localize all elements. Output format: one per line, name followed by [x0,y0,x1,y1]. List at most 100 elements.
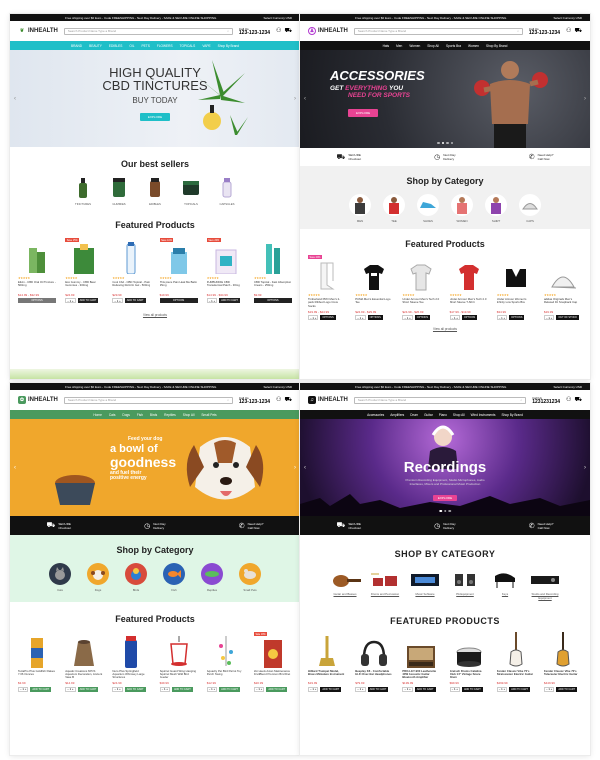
user-icon[interactable]: ⚇ [566,27,571,35]
category-item[interactable]: CAPSULES [216,177,238,206]
category-item[interactable]: TINCTURES [72,177,94,206]
options-button[interactable]: OPTIONS [414,315,431,320]
quantity-stepper[interactable]: − 1 + [112,298,123,303]
nav-item[interactable]: Sports Bra [446,44,461,48]
nav-item[interactable]: Wind Instruments [471,413,496,417]
category-item[interactable]: GUMMIES [108,177,130,206]
quantity-stepper[interactable]: − 1 + [402,686,413,692]
quantity-stepper[interactable]: − 1 + [206,686,218,692]
product-card[interactable]: Sale 18% Zoi Heels Avian Maintenance Frui… [253,632,292,692]
product-name[interactable]: Zoi Heels Avian Maintenance FruitBlend P… [254,670,292,680]
category-item[interactable]: MEN [349,194,371,223]
nav-item[interactable]: Piano [439,413,447,417]
category-item[interactable]: Fish [163,563,185,592]
add-to-cart-button[interactable]: ADD TO CART [77,298,99,303]
explore-button[interactable]: EXPLORE [139,113,171,121]
nav-item[interactable]: Hats [383,44,390,48]
quantity-stepper[interactable]: − 1 + [496,315,508,320]
product-name[interactable]: Aquatic Creations 6PCS Aquarium Decorati… [65,670,103,680]
quantity-stepper[interactable]: − 1 + [543,315,555,320]
product-name[interactable]: Aquadry Pet Bird Parrot Toy Perch Swing [207,670,245,680]
product-card[interactable]: Save 15% ★★★★★ Eco Gummy - CBD Bear Gummie… [65,238,103,303]
add-to-cart-button[interactable]: ADD TO CART [367,686,389,692]
category-item[interactable]: SHOES [417,194,439,223]
nav-item[interactable]: Reptiles [164,413,176,417]
add-to-cart-button[interactable]: ADD TO CART [219,686,240,692]
prev-slide-icon[interactable]: ‹ [14,465,16,471]
category-item[interactable]: TOPICALS [180,177,202,206]
product-name[interactable]: CBD Topical - Fast Absorption Cream - 25… [254,281,292,291]
nav-item[interactable]: Accessories [367,413,384,417]
product-name[interactable]: This piece Pain Heal Me Balm 25mg [160,281,198,291]
product-card[interactable]: ★★★★★ Under Armour Women's Infinity Low S… [496,255,535,320]
nav-item[interactable]: Men [396,44,402,48]
product-name[interactable]: FURBUDDIE CBD Transdermal Patch - 30mg [207,281,245,291]
add-to-cart-button[interactable]: ADD TO CART [461,686,483,692]
nav-item[interactable]: Shop By Brand [218,44,239,48]
search-input[interactable]: Search Product Name Type a Brand ⌕ [63,27,233,35]
product-name[interactable]: Under Armour Men's Tech 2.0 Short Sleeve… [450,298,488,308]
nav-item[interactable]: BEAUTY [89,44,102,48]
category-item[interactable]: Guitar and Basses [329,569,361,600]
cart-icon[interactable]: ⛟ [574,27,582,35]
next-slide-icon[interactable]: › [584,96,586,102]
quantity-stepper[interactable]: − 1 + [112,686,123,692]
nav-item[interactable]: Amplifiers [390,413,404,417]
quantity-stepper[interactable]: − 1 + [308,315,319,320]
product-name[interactable]: TetraPro Plus Goldfish Flakes 7.06 Ounce… [18,670,56,680]
product-name[interactable]: adidas Originals Men's Relaxed Fit Snapb… [544,298,582,308]
product-name[interactable]: Elixin - CBD Oral Oil Tincture - 500mg [18,281,56,291]
category-item[interactable]: CAPS [519,194,541,223]
explore-button[interactable]: EXPLORE [432,495,458,501]
product-card[interactable]: ★★★★★ Under Armour Men's Tech 2.0 Short S… [449,255,488,320]
category-item[interactable]: Studio and Recording Equipment [529,569,561,600]
product-name[interactable]: PRO-LEY-900 Leatherette 40W Acoustic Gui… [402,670,440,680]
nav-item[interactable]: Birds [150,413,157,417]
product-name[interactable]: Nero Plus Springfield Aquarium Whimsey L… [112,670,150,680]
add-to-cart-button[interactable]: ADD TO CART [124,298,146,303]
quantity-stepper[interactable]: − 1 + [496,686,508,692]
product-card[interactable]: Aquadry Pet Bird Parrot Toy Perch Swing $… [206,632,245,692]
product-name[interactable]: Fender Classic Vibe 70's Telecaster Elec… [544,670,582,680]
quantity-stepper[interactable]: − 1 + [65,686,76,692]
product-card[interactable]: ★★★★★ adidas Originals Men's Relaxed Fit … [543,255,582,320]
quantity-stepper[interactable]: − 1 + [449,686,460,692]
logo[interactable]: ♟ INHEALTH [308,27,348,35]
product-card[interactable]: ★★★★★ Under Armour Men's Tech 2.0 Short S… [402,255,440,320]
add-to-cart-button[interactable]: ADD TO CART [320,686,342,692]
quantity-stepper[interactable]: − 1 + [65,298,76,303]
nav-item[interactable]: Cats [109,413,116,417]
options-button[interactable]: OPTIONS [320,315,336,320]
search-input[interactable]: Search Product Name Type a Brand ⌕ [353,27,523,35]
category-item[interactable]: EDIBLES [144,177,166,206]
quantity-stepper[interactable]: − 1 + [308,686,319,692]
product-card[interactable]: Beeplay K6 - Comfortable Hi-Fi Over-Ear … [355,632,393,692]
next-slide-icon[interactable]: › [294,465,296,471]
nav-item[interactable]: Shop By Brand [501,413,522,417]
currency-selector[interactable]: Select Currency USD [263,385,292,389]
product-card[interactable]: Hilliard Trumpet Model, Brass Miniature … [308,632,346,692]
logo[interactable]: ♫ INHEALTH [308,396,348,404]
category-item[interactable]: Cats [49,563,71,592]
product-name[interactable]: Gretsch Drums Catalina Club 14" Vintage … [450,670,488,680]
add-to-cart-button[interactable]: ADD TO CART [509,686,530,692]
nav-item[interactable]: Fish [137,413,143,417]
add-to-cart-button[interactable]: ADD TO CART [77,686,99,692]
nav-item[interactable]: Small Pets [201,413,216,417]
product-card[interactable]: ★★★★★ Elixin - CBD Oral Oil Tincture - 50… [18,238,56,303]
product-card[interactable]: Save 20% ★★★★★ FURBUDDIE CBD Transdermal P… [206,238,245,303]
nav-item[interactable]: Shop By Brand [486,44,507,48]
category-item[interactable]: Keys [489,569,521,600]
product-card[interactable]: Save 10% ★★★★★ This piece Pain Heal Me Bal… [159,238,198,303]
quantity-stepper[interactable]: − 1 + [355,686,366,692]
product-name[interactable]: Beeplay K6 - Comfortable Hi-Fi Over-Ear … [355,670,393,680]
logo[interactable]: ✿ INHEALTH [18,396,58,404]
search-icon[interactable]: ⌕ [227,29,229,33]
options-button[interactable]: OPTIONS [159,298,198,303]
nav-item[interactable]: Women [468,44,479,48]
product-name[interactable]: Eco Gummy - CBD Bear Gummies - 300mg [65,281,103,291]
options-button[interactable]: OPTIONS [509,315,525,320]
quantity-stepper[interactable]: − 1 + [206,298,218,303]
product-card[interactable]: Squirrel Guard Wing Hanging Squirrel Mes… [159,632,198,692]
quantity-stepper[interactable]: − 1 + [543,686,555,692]
